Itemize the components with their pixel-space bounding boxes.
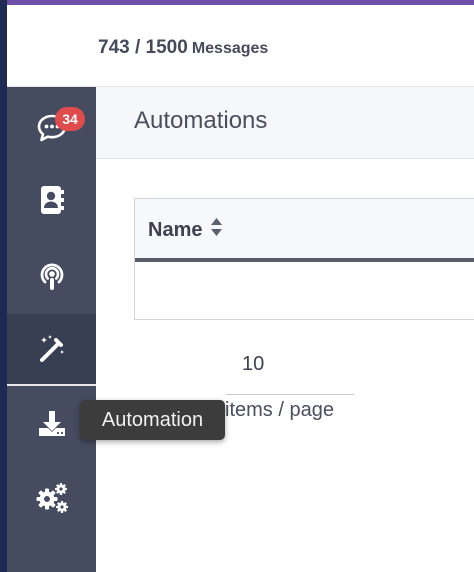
sidebar-item-messages[interactable]: 34 [7, 92, 96, 164]
gears-icon [35, 482, 69, 514]
column-header-name[interactable]: Name [148, 217, 223, 243]
column-label-name: Name [148, 218, 203, 241]
sidebar-item-automation[interactable] [7, 314, 96, 386]
page-size-label: items / page [225, 399, 334, 421]
magic-wand-icon [37, 334, 67, 364]
sort-icon[interactable] [210, 217, 223, 243]
page-size-underline [226, 394, 354, 395]
podcast-icon [37, 260, 67, 292]
unread-badge: 34 [55, 107, 85, 131]
contacts-icon [38, 185, 66, 215]
table-header: Name [135, 199, 474, 262]
page-title: Automations [134, 107, 268, 134]
message-count: 743 / 1500 [98, 37, 188, 58]
tooltip: Automation [80, 400, 225, 440]
sidebar-item-broadcast[interactable] [7, 240, 96, 312]
sidebar-item-contacts[interactable] [7, 164, 96, 236]
top-bar: 743 / 1500 Messages [7, 5, 474, 87]
page-size-select[interactable]: 10 [242, 353, 264, 376]
message-quota: 743 / 1500 Messages [98, 37, 268, 59]
download-icon [37, 409, 67, 439]
message-unit: Messages [191, 40, 269, 57]
sidebar: 34 [7, 87, 96, 572]
automations-table: Name [134, 198, 474, 320]
sidebar-item-settings[interactable] [7, 462, 96, 534]
window-left-edge [0, 0, 7, 572]
page-header: Automations [96, 87, 474, 159]
